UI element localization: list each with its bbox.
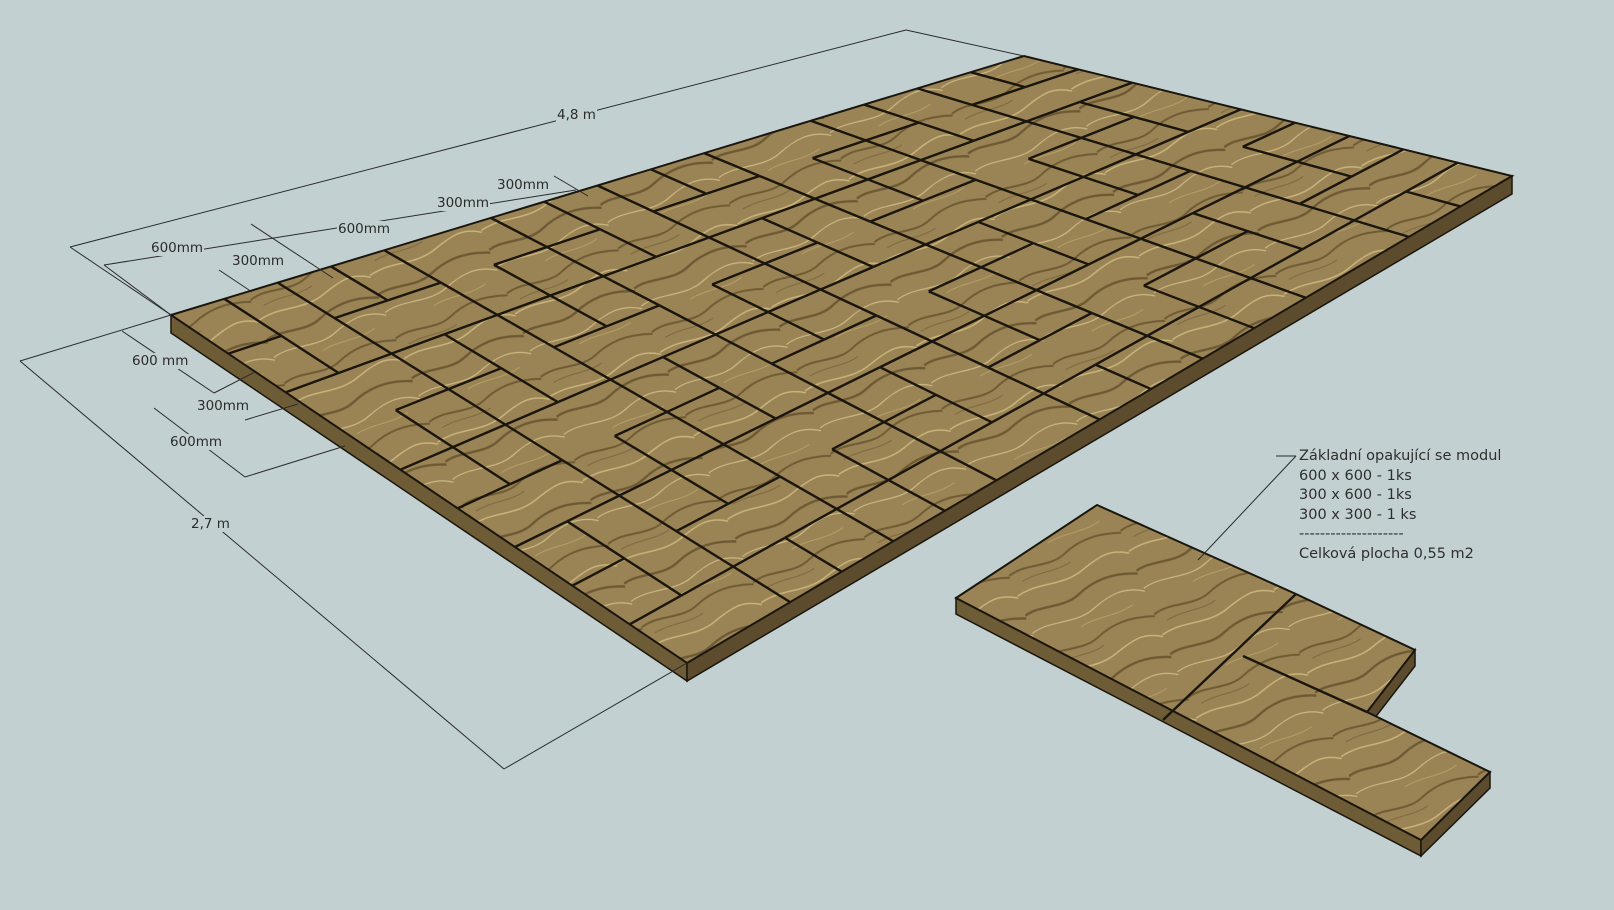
dim-ext-right-top (905, 29, 1025, 57)
dim-ext-c (218, 269, 253, 293)
module-note: Základní opakující se modul 600 x 600 - … (1299, 447, 1501, 564)
module-note-total: Celková plocha 0,55 m2 (1299, 545, 1474, 562)
dim-side-600a-label: 600 mm (131, 353, 190, 369)
dim-side-600b-label: 600mm (169, 434, 224, 450)
dim-ext-bottom-right (503, 662, 688, 770)
dim-top-300b-label: 300mm (436, 195, 491, 211)
module-note-separator: -------------------- (1299, 526, 1404, 542)
dim-total-width-label: 2,7 m (190, 516, 231, 532)
module-note-title: Základní opakující se modul (1299, 448, 1502, 464)
module-note-line1: 600 x 600 - 1ks (1299, 467, 1412, 484)
dim-top-300a-label: 300mm (231, 253, 286, 269)
paving-slab (168, 54, 1515, 683)
dim-ext-b (250, 223, 334, 279)
dim-top-600a-label: 600mm (150, 240, 205, 256)
note-leader-line (1197, 455, 1297, 561)
dim-top-300c-label: 300mm (496, 177, 551, 193)
dim-top-600b-label: 600mm (337, 221, 392, 237)
module-note-line3: 300 x 300 - 1 ks (1299, 506, 1417, 523)
dim-side-ext-c (244, 445, 346, 478)
dim-side-300-label: 300mm (196, 398, 251, 414)
dim-total-length-label: 4,8 m (556, 107, 597, 123)
module-note-line2: 300 x 600 - 1ks (1299, 487, 1412, 503)
dim-ext-a (103, 264, 172, 316)
